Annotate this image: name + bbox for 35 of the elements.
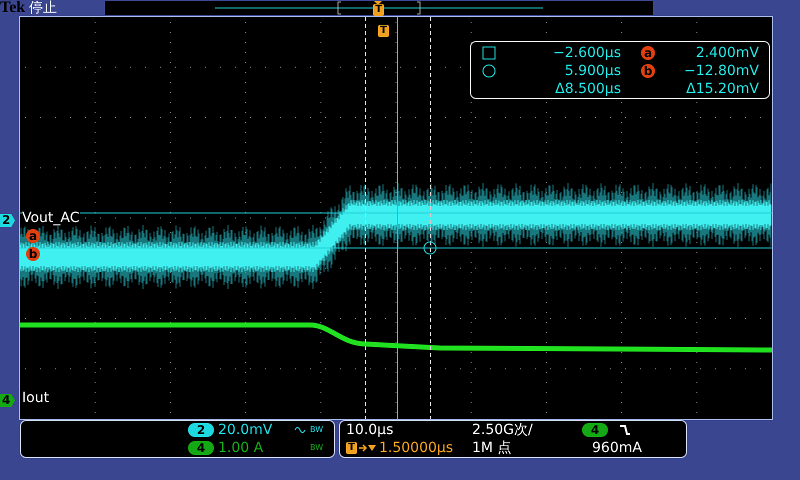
trigger-marker: T (373, 4, 384, 16)
channel-label: Vout_AC (22, 211, 80, 226)
vertical-scale: 20.0mV (218, 421, 274, 439)
trigger-position-arrow-icon (359, 442, 377, 454)
acquisition-state: 停止 (29, 0, 58, 16)
trigger-source-badge: 4 (582, 423, 608, 437)
bandwidth-limit: BW (310, 425, 322, 435)
channel-badge: 2 (188, 423, 214, 437)
channel-marker: 4 (0, 394, 15, 407)
trigger-level: 960mA (591, 439, 643, 457)
brand-logo: Tek (0, 0, 26, 16)
trigger-pointer-icon (374, 1, 382, 5)
cursor-time: −2.600µs (552, 45, 621, 61)
cursor-value: −12.80mV (682, 63, 759, 79)
square-cursor-icon (482, 46, 496, 60)
bandwidth-limit: BW (310, 443, 322, 453)
horizontal-scale: 10.0µs (346, 421, 394, 439)
trigger-marker: T (346, 442, 357, 454)
cursor-value: Δ15.20mV (685, 81, 759, 97)
trigger-position: 1.50000µs (379, 439, 454, 457)
record-length: 1M 点 (472, 439, 512, 457)
zoom-bracket-icon (416, 2, 421, 14)
cursor-crosshair-icon (424, 242, 436, 254)
channel-badge: 4 (188, 441, 214, 455)
cursor-time: 5.900µs (564, 63, 621, 79)
vertical-scale: 1.00 A (218, 439, 264, 457)
trigger-marker: T (378, 25, 389, 37)
cursor-marker: b (641, 64, 655, 78)
zoom-bracket-icon (338, 2, 342, 14)
cursor-time: Δ8.500µs (554, 81, 621, 97)
channel-marker: 2 (0, 214, 15, 227)
cursor-value: 2.400mV (694, 45, 759, 61)
cursor-marker: a (641, 46, 655, 60)
circle-cursor-icon (482, 64, 496, 78)
sample-rate: 2.50G次/ (472, 421, 534, 439)
